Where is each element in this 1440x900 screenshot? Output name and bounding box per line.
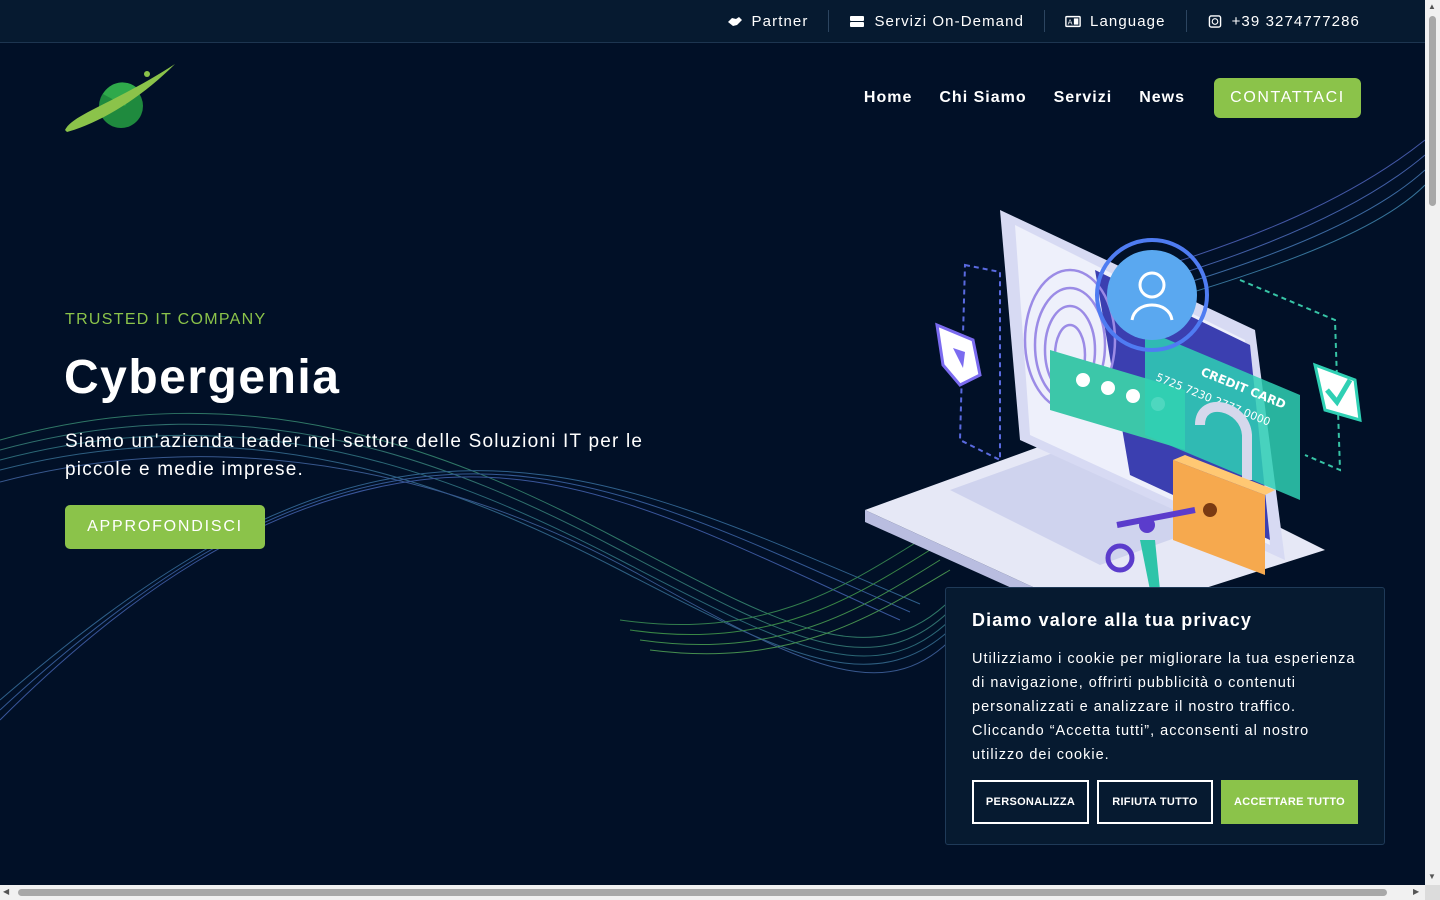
- topbar-phone-link[interactable]: +39 3274777286: [1185, 10, 1360, 32]
- topbar-servizi-label: Servizi On-Demand: [874, 12, 1025, 30]
- main-nav: Home Chi Siamo Servizi News CONTATTACI: [864, 78, 1361, 118]
- scrollbar-corner: [1425, 885, 1440, 900]
- reject-all-button[interactable]: RIFIUTA TUTTO: [1097, 780, 1213, 824]
- horizontal-scroll-thumb[interactable]: [18, 889, 1387, 896]
- language-icon: A: [1065, 15, 1081, 27]
- whatsapp-icon: [1208, 14, 1221, 28]
- scroll-right-arrow-icon[interactable]: ▶: [1413, 888, 1419, 896]
- vertical-scrollbar[interactable]: ▲ ▼: [1425, 0, 1440, 885]
- scroll-down-arrow-icon[interactable]: ▼: [1428, 873, 1436, 881]
- svg-text:A: A: [1068, 17, 1074, 26]
- page-viewport: Partner Servizi On-Demand A Language +39…: [0, 0, 1425, 885]
- hero-eyebrow: TRUSTED IT COMPANY: [65, 311, 267, 328]
- topbar-partner-label: Partner: [751, 12, 809, 30]
- nav-chi-siamo[interactable]: Chi Siamo: [939, 89, 1026, 107]
- approfondisci-button[interactable]: APPROFONDISCI: [65, 505, 265, 549]
- topbar-language-label: Language: [1090, 12, 1166, 30]
- top-bar: Partner Servizi On-Demand A Language +39…: [0, 0, 1425, 43]
- laptop-security-illustration: CREDIT CARD 5725 7230 2777 0000: [865, 210, 1362, 600]
- cookie-buttons: PERSONALIZZA RIFIUTA TUTTO ACCETTARE TUT…: [972, 780, 1358, 824]
- cookie-banner: Diamo valore alla tua privacy Utilizziam…: [945, 587, 1385, 845]
- planet-logo[interactable]: [63, 62, 178, 134]
- handshake-icon: [727, 16, 742, 26]
- scroll-up-arrow-icon[interactable]: ▲: [1428, 3, 1436, 11]
- server-icon: [850, 15, 865, 27]
- topbar-phone-label: +39 3274777286: [1231, 12, 1360, 30]
- topbar-language-link[interactable]: A Language: [1044, 10, 1186, 32]
- cookie-text: Utilizziamo i cookie per migliorare la t…: [972, 651, 1356, 763]
- scroll-left-arrow-icon[interactable]: ◀: [3, 888, 9, 896]
- accept-all-button[interactable]: ACCETTARE TUTTO: [1221, 780, 1358, 824]
- cookie-title: Diamo valore alla tua privacy: [972, 610, 1253, 630]
- hero-title: Cybergenia: [64, 351, 341, 404]
- nav-servizi[interactable]: Servizi: [1054, 89, 1113, 107]
- topbar-servizi-link[interactable]: Servizi On-Demand: [828, 10, 1044, 32]
- nav-news[interactable]: News: [1139, 89, 1185, 107]
- topbar-partner-link[interactable]: Partner: [727, 10, 829, 32]
- customize-button[interactable]: PERSONALIZZA: [972, 780, 1089, 824]
- horizontal-scrollbar[interactable]: ◀ ▶: [0, 885, 1425, 900]
- hero-subtitle: Siamo un'azienda leader nel settore dell…: [65, 431, 644, 480]
- nav-home[interactable]: Home: [864, 89, 912, 107]
- vertical-scroll-thumb[interactable]: [1429, 16, 1436, 206]
- contact-button[interactable]: CONTATTACI: [1214, 78, 1361, 118]
